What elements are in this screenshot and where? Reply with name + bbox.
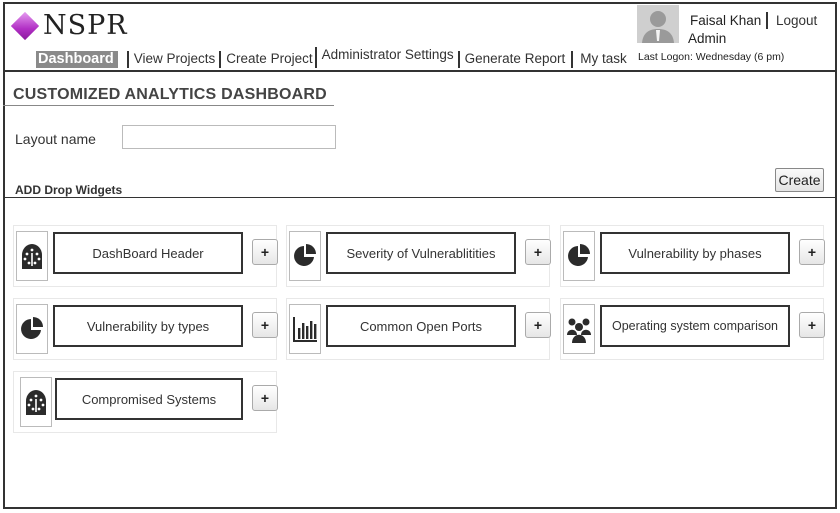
widget-label: Severity of Vulnerablitities (326, 232, 516, 274)
widget-severity-of-vulnerabilities: Severity of Vulnerablitities + (286, 225, 551, 287)
widget-icon-box (563, 304, 595, 354)
add-widget-button[interactable]: + (252, 239, 278, 265)
app-logo[interactable]: NSPR (10, 10, 128, 41)
nav-item-my-task[interactable]: My task (571, 51, 631, 68)
add-widget-button[interactable]: + (525, 239, 551, 265)
user-avatar-icon (637, 5, 679, 43)
widget-icon-box (289, 231, 321, 281)
widget-icon-box (16, 231, 48, 281)
user-role: Admin (688, 31, 727, 46)
nav-item-generate-report[interactable]: Generate Report (457, 51, 572, 68)
add-widget-button[interactable]: + (799, 239, 825, 265)
add-widget-button[interactable]: + (252, 312, 278, 338)
nav-item-dashboard[interactable]: Dashboard (36, 51, 118, 68)
widget-vulnerability-by-types: Vulnerability by types + (13, 298, 278, 360)
widget-compromised-systems: Compromised Systems + (13, 371, 278, 433)
widget-vulnerability-by-phases: Vulnerability by phases + (560, 225, 825, 287)
create-button[interactable]: Create (775, 168, 824, 192)
widget-label: Common Open Ports (326, 305, 516, 347)
section-divider (3, 197, 837, 198)
widget-label: Compromised Systems (55, 378, 243, 420)
layout-name-label: Layout name (15, 131, 96, 147)
nav-item-administrator-settings[interactable]: Administrator Settings (314, 47, 458, 68)
widget-label: Operating system comparison (600, 305, 790, 347)
users-group-icon (567, 318, 591, 343)
title-underline (3, 105, 334, 106)
user-divider (766, 12, 768, 29)
widget-dashboard-header: DashBoard Header + (13, 225, 278, 287)
add-widget-button[interactable]: + (525, 312, 551, 338)
dashboard-gauge-icon (26, 390, 46, 415)
add-widgets-label: ADD Drop Widgets (15, 183, 123, 197)
nav-item-view-projects[interactable]: View Projects (126, 51, 220, 68)
bar-chart-icon (293, 317, 317, 342)
pie-chart-icon (294, 244, 316, 266)
layout-name-input[interactable] (122, 125, 336, 149)
logout-link[interactable]: Logout (776, 13, 817, 28)
nav-item-create-project[interactable]: Create Project (219, 51, 314, 68)
pie-chart-icon (568, 244, 590, 266)
user-name: Faisal Khan (690, 13, 762, 28)
last-logon: Last Logon: Wednesday (6 pm) (638, 51, 785, 63)
add-widget-button[interactable]: + (799, 312, 825, 338)
widget-icon-box (20, 377, 52, 427)
pie-chart-icon (21, 317, 43, 339)
avatar[interactable] (637, 5, 679, 43)
widget-common-open-ports: Common Open Ports + (286, 298, 551, 360)
logo-diamond-icon (10, 11, 40, 40)
widget-operating-system-comparison: Operating system comparison + (560, 298, 825, 360)
widget-icon-box (16, 304, 48, 354)
widget-label: DashBoard Header (53, 232, 243, 274)
page-title: CUSTOMIZED ANALYTICS DASHBOARD (13, 86, 327, 103)
widget-icon-box (563, 231, 595, 281)
widget-label: Vulnerability by types (53, 305, 243, 347)
logo-text: NSPR (43, 10, 128, 41)
add-widget-button[interactable]: + (252, 385, 278, 411)
main-nav: Dashboard View Projects Create Project A… (36, 46, 631, 68)
header-divider (3, 70, 837, 72)
dashboard-gauge-icon (22, 244, 42, 269)
widget-label: Vulnerability by phases (600, 232, 790, 274)
widget-icon-box (289, 304, 321, 354)
